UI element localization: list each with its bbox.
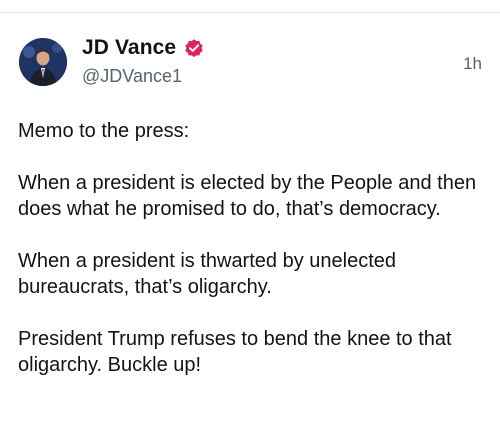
author-display-name[interactable]: JD Vance bbox=[82, 36, 176, 60]
verified-badge-icon bbox=[183, 37, 205, 59]
post-paragraph: When a president is elected by the Peopl… bbox=[18, 172, 477, 220]
post-paragraph: When a president is thwarted by unelecte… bbox=[18, 250, 396, 298]
post-header: JD Vance @JDVance1 bbox=[82, 35, 205, 87]
post-body: Memo to the press: When a president is e… bbox=[18, 118, 488, 378]
author-handle[interactable]: @JDVance1 bbox=[82, 66, 205, 87]
avatar-image bbox=[19, 38, 67, 86]
post-paragraph: President Trump refuses to bend the knee… bbox=[18, 328, 452, 376]
post[interactable]: JD Vance @JDVance1 1h Memo to the press:… bbox=[0, 0, 500, 437]
name-row: JD Vance bbox=[82, 35, 205, 61]
post-paragraph: Memo to the press: bbox=[18, 120, 190, 142]
avatar[interactable] bbox=[19, 38, 67, 86]
post-timestamp[interactable]: 1h bbox=[463, 54, 482, 74]
